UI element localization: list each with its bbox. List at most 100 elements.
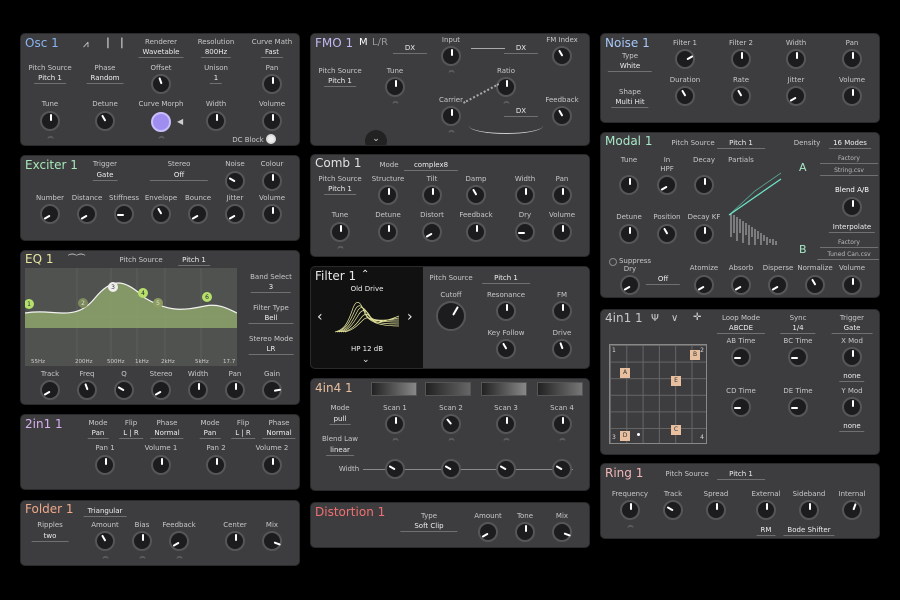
jitter-knob[interactable] bbox=[225, 204, 245, 224]
psi-icon[interactable]: Ψ bbox=[651, 313, 659, 324]
cdtime-knob[interactable] bbox=[731, 397, 751, 417]
spread-knob[interactable] bbox=[706, 500, 726, 520]
renderer-select[interactable]: Wavetable bbox=[138, 48, 184, 58]
position-dot[interactable] bbox=[637, 433, 640, 436]
input-knob[interactable] bbox=[441, 46, 461, 66]
track-knob[interactable] bbox=[663, 500, 683, 520]
volume-knob[interactable] bbox=[262, 111, 282, 131]
trigger-select[interactable]: Gate bbox=[831, 324, 873, 334]
loopmode-select[interactable]: ABCDE bbox=[716, 324, 766, 334]
mode2-select[interactable]: Pan bbox=[199, 429, 221, 439]
width2-knob[interactable] bbox=[441, 459, 461, 479]
dcblock-toggle[interactable] bbox=[266, 134, 276, 144]
ymod-knob[interactable] bbox=[842, 397, 862, 417]
carrier-knob[interactable] bbox=[441, 106, 461, 126]
phase2-select[interactable]: Normal bbox=[262, 429, 296, 439]
resolution-select[interactable]: 800Hz bbox=[200, 48, 232, 58]
rate-knob[interactable] bbox=[731, 86, 751, 106]
mod-chevron-icon[interactable]: ︽ bbox=[559, 436, 565, 442]
pitchsource-select[interactable]: Pitch 1 bbox=[324, 185, 356, 195]
saw-wave-icon[interactable]: ⩘ bbox=[83, 39, 89, 50]
flip1-select[interactable]: L | R bbox=[119, 429, 143, 439]
shape-select[interactable]: Triangular bbox=[83, 507, 127, 517]
stereo-select[interactable]: Off bbox=[149, 171, 209, 181]
mix-knob[interactable] bbox=[262, 531, 282, 551]
mod-chevron-icon[interactable]: ︽ bbox=[392, 99, 398, 105]
structure-knob[interactable] bbox=[378, 185, 398, 205]
ymod-select[interactable]: none bbox=[839, 422, 865, 432]
external-select[interactable]: RM bbox=[756, 526, 776, 536]
mix-knob[interactable] bbox=[552, 522, 572, 542]
fmo-mode-button[interactable]: M bbox=[359, 37, 368, 48]
noise-knob[interactable] bbox=[225, 171, 245, 191]
mod-chevron-icon[interactable]: ︽ bbox=[627, 523, 633, 529]
pitchsource-select[interactable]: Pitch 1 bbox=[482, 274, 530, 284]
cutoff-knob[interactable] bbox=[436, 301, 466, 331]
keyfollow-knob[interactable] bbox=[496, 339, 516, 359]
sideband-knob[interactable] bbox=[799, 500, 819, 520]
envelope-knob[interactable] bbox=[151, 204, 171, 224]
crosshair-icon[interactable]: ✛ bbox=[693, 312, 701, 323]
expand-chevron-icon[interactable]: ⌄ bbox=[365, 130, 387, 145]
hpf-knob[interactable] bbox=[657, 175, 677, 195]
node-b[interactable]: B bbox=[690, 350, 700, 360]
tone-knob[interactable] bbox=[515, 522, 535, 542]
amount-knob[interactable] bbox=[478, 522, 498, 542]
dry-knob[interactable] bbox=[515, 222, 535, 242]
waveform-thumb-2[interactable] bbox=[425, 382, 471, 396]
distort-knob[interactable] bbox=[422, 222, 442, 242]
filtertype-label[interactable]: HP 12 dB bbox=[351, 345, 383, 353]
mod-chevron-icon[interactable]: ︽ bbox=[448, 436, 454, 442]
blendlaw-select[interactable]: linear bbox=[326, 446, 354, 456]
sideband-select[interactable]: Bode Shifter bbox=[783, 526, 835, 536]
b-file-select[interactable]: Tuned Can.csv bbox=[817, 251, 879, 260]
external-knob[interactable] bbox=[756, 500, 776, 520]
distance-knob[interactable] bbox=[77, 204, 97, 224]
abtime-knob[interactable] bbox=[731, 347, 751, 367]
pan-knob[interactable] bbox=[262, 74, 282, 94]
dx-select-3[interactable]: DX bbox=[503, 107, 539, 117]
blend-select[interactable]: Interpolate bbox=[828, 223, 876, 233]
scan2-knob[interactable] bbox=[441, 414, 461, 434]
phase-select[interactable]: Random bbox=[86, 74, 124, 84]
partials-display[interactable] bbox=[725, 167, 785, 247]
mod-chevron-icon[interactable]: ︽ bbox=[392, 436, 398, 442]
track-knob[interactable] bbox=[40, 380, 60, 400]
curvemath-select[interactable]: Fast bbox=[260, 48, 284, 58]
fm-knob[interactable] bbox=[552, 301, 572, 321]
vee-icon[interactable]: ∨ bbox=[671, 313, 678, 324]
detune-knob[interactable] bbox=[95, 111, 115, 131]
fmindex-knob[interactable] bbox=[552, 46, 572, 66]
amount-knob[interactable] bbox=[95, 531, 115, 551]
stereo-knob[interactable] bbox=[151, 380, 171, 400]
scan4-knob[interactable] bbox=[552, 414, 572, 434]
mode-select[interactable]: complex8 bbox=[403, 161, 459, 171]
detime-knob[interactable] bbox=[788, 397, 808, 417]
pitchsource-select[interactable]: Pitch 1 bbox=[717, 139, 765, 149]
sync-select[interactable]: 1/4 bbox=[780, 324, 816, 334]
type-select[interactable]: Soft Clip bbox=[400, 522, 458, 532]
spectrum-icon[interactable]: ▕▏▕▏ bbox=[101, 39, 129, 49]
bounce-knob[interactable] bbox=[188, 204, 208, 224]
decaykf-knob[interactable] bbox=[694, 224, 714, 244]
tune-knob[interactable] bbox=[330, 222, 350, 242]
resonance-knob[interactable] bbox=[496, 301, 516, 321]
mode1-select[interactable]: Pan bbox=[87, 429, 109, 439]
pan2-knob[interactable] bbox=[206, 455, 226, 475]
drive-knob[interactable] bbox=[552, 339, 572, 359]
filter1-knob[interactable] bbox=[675, 49, 695, 69]
width-knob[interactable] bbox=[515, 185, 535, 205]
bandselect-select[interactable]: 3 bbox=[250, 283, 292, 293]
type-select[interactable]: White bbox=[607, 62, 653, 72]
mod-chevron-icon[interactable]: ︽ bbox=[139, 554, 145, 560]
mod-chevron-icon[interactable]: ︽ bbox=[503, 99, 509, 105]
mod-chevron-icon[interactable]: ︽ bbox=[102, 554, 108, 560]
fmo-lr-button[interactable]: L/R bbox=[372, 37, 388, 48]
tune-knob[interactable] bbox=[619, 175, 639, 195]
blend-knob[interactable] bbox=[842, 197, 862, 217]
unison-select[interactable]: 1 bbox=[209, 74, 223, 84]
tune-knob[interactable] bbox=[40, 111, 60, 131]
stereomode-select[interactable]: LR bbox=[248, 345, 294, 355]
volume-knob[interactable] bbox=[262, 204, 282, 224]
eq-curve-display[interactable]: 55Hz 200Hz 500Hz 1kHz 2kHz 5kHz 17.7 1 2… bbox=[25, 268, 237, 366]
